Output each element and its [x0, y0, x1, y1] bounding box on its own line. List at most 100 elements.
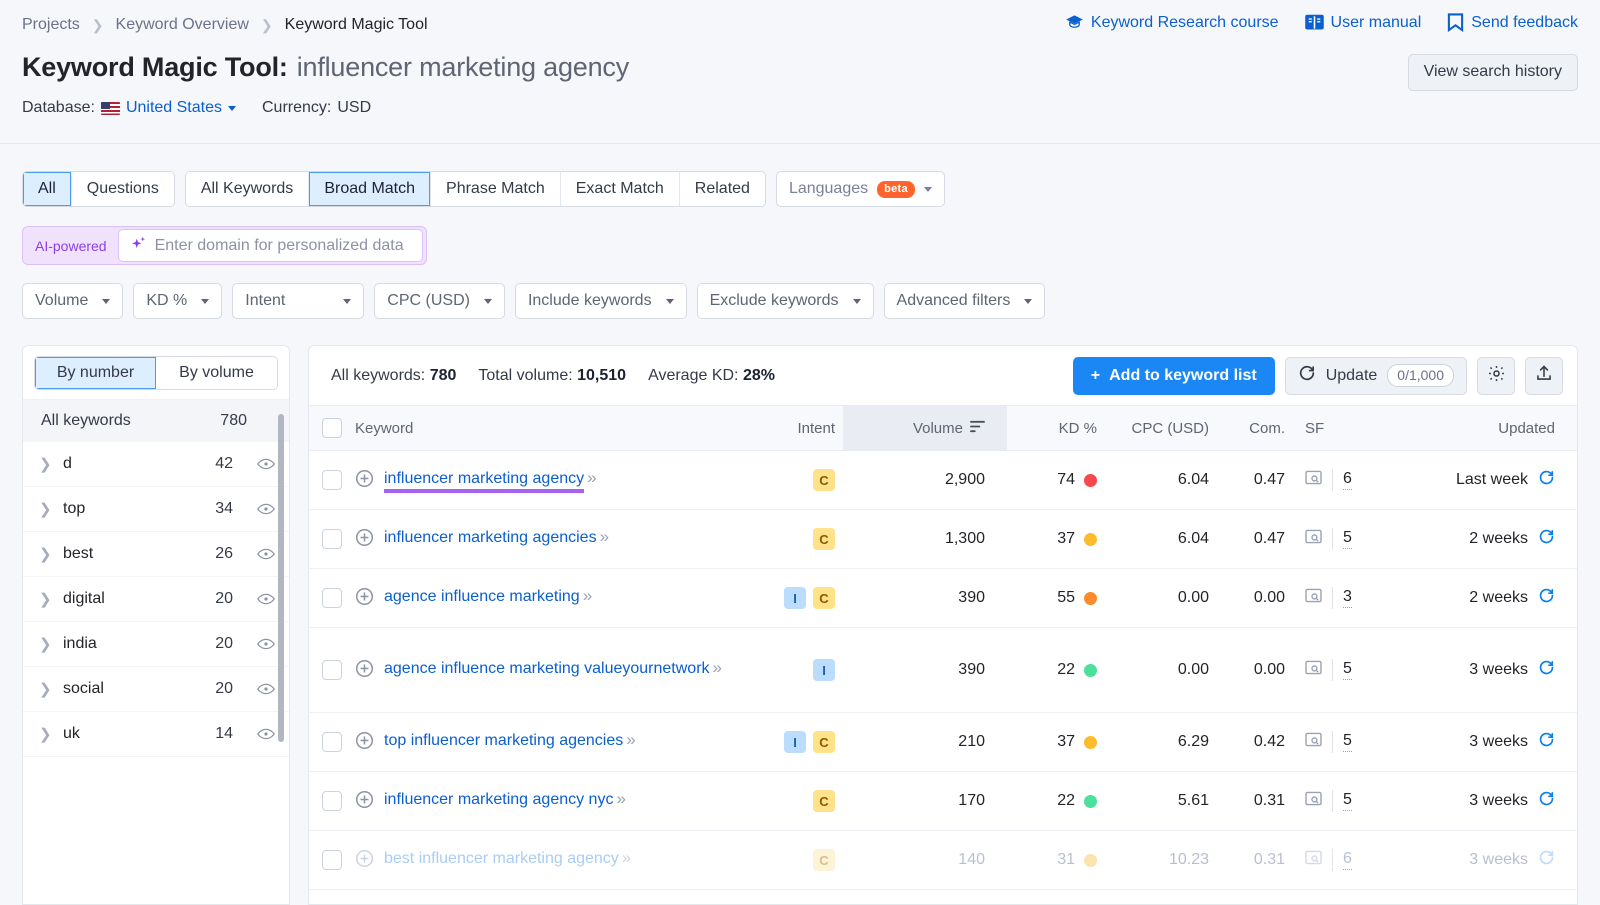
sidebar-group-d[interactable]: ❯ d 42: [23, 442, 289, 487]
serp-features-icon[interactable]: [1305, 660, 1322, 680]
export-button[interactable]: [1525, 356, 1563, 395]
eye-icon[interactable]: [257, 728, 275, 740]
column-updated[interactable]: Updated: [1383, 405, 1577, 451]
sidebar-group-digital[interactable]: ❯ digital 20: [23, 577, 289, 622]
row-checkbox[interactable]: [322, 732, 342, 752]
intent-badge-I[interactable]: I: [784, 731, 806, 753]
sidebar-item-all-keywords[interactable]: All keywords 780: [23, 400, 289, 442]
row-keyword-link[interactable]: agence influence marketing valueyournetw…: [384, 657, 723, 679]
row-keyword-link[interactable]: influencer marketing agencies»: [384, 526, 610, 548]
breadcrumb-item-projects[interactable]: Projects: [22, 16, 80, 34]
select-all-checkbox[interactable]: [322, 418, 342, 438]
filter-intent[interactable]: Intent: [232, 283, 365, 319]
languages-dropdown[interactable]: Languages beta: [775, 171, 945, 207]
row-sf-value[interactable]: 3: [1343, 588, 1352, 608]
intent-badge-C[interactable]: C: [813, 790, 835, 812]
intent-badge-C[interactable]: C: [813, 528, 835, 550]
open-keyword-icon[interactable]: »: [597, 527, 610, 546]
eye-icon[interactable]: [257, 458, 275, 470]
serp-features-icon[interactable]: [1305, 529, 1322, 549]
send-feedback-link[interactable]: Send feedback: [1447, 13, 1578, 32]
intent-badge-I[interactable]: I: [813, 659, 835, 681]
row-refresh-icon[interactable]: [1538, 849, 1555, 871]
sidebar-group-social[interactable]: ❯ social 20: [23, 667, 289, 712]
row-keyword-link[interactable]: influencer marketing agency nyc»: [384, 788, 626, 810]
tab-broad-match[interactable]: Broad Match: [309, 172, 432, 206]
chevron-right-icon[interactable]: ❯: [39, 635, 52, 653]
eye-icon[interactable]: [257, 638, 275, 650]
column-intent[interactable]: Intent: [755, 405, 843, 451]
open-keyword-icon[interactable]: »: [584, 468, 597, 487]
row-sf-value[interactable]: 6: [1343, 470, 1352, 490]
database-value[interactable]: United States: [126, 99, 222, 117]
intent-badge-C[interactable]: C: [813, 849, 835, 871]
open-keyword-icon[interactable]: »: [710, 658, 723, 677]
add-to-keyword-list-button[interactable]: + Add to keyword list: [1072, 356, 1275, 395]
table-row[interactable]: best influencer marketing agency» C 140 …: [309, 830, 1577, 890]
row-refresh-icon[interactable]: [1538, 659, 1555, 681]
eye-icon[interactable]: [257, 503, 275, 515]
row-sf-value[interactable]: 5: [1343, 732, 1352, 752]
serp-features-icon[interactable]: [1305, 732, 1322, 752]
row-keyword-link[interactable]: top influencer marketing agencies»: [384, 729, 636, 751]
serp-features-icon[interactable]: [1305, 470, 1322, 490]
sidebar-group-india[interactable]: ❯ india 20: [23, 622, 289, 667]
row-refresh-icon[interactable]: [1538, 790, 1555, 812]
row-checkbox[interactable]: [322, 791, 342, 811]
tab-exact-match[interactable]: Exact Match: [560, 172, 680, 206]
row-checkbox[interactable]: [322, 850, 342, 870]
open-keyword-icon[interactable]: »: [613, 789, 626, 808]
sidebar-scrollbar[interactable]: [278, 414, 284, 742]
segment-by-volume[interactable]: By volume: [156, 357, 277, 389]
filter-advanced[interactable]: Advanced filters: [883, 283, 1046, 319]
row-refresh-icon[interactable]: [1538, 731, 1555, 753]
add-keyword-icon[interactable]: [355, 731, 374, 755]
column-kd[interactable]: KD %: [1007, 405, 1117, 451]
eye-icon[interactable]: [257, 683, 275, 695]
row-refresh-icon[interactable]: [1538, 469, 1555, 491]
filter-include-keywords[interactable]: Include keywords: [514, 283, 687, 319]
chevron-right-icon[interactable]: ❯: [39, 455, 52, 473]
column-com[interactable]: Com.: [1221, 405, 1299, 451]
eye-icon[interactable]: [257, 593, 275, 605]
open-keyword-icon[interactable]: »: [623, 730, 636, 749]
chevron-right-icon[interactable]: ❯: [39, 545, 52, 563]
row-checkbox[interactable]: [322, 470, 342, 490]
add-keyword-icon[interactable]: [355, 587, 374, 611]
row-checkbox[interactable]: [322, 660, 342, 680]
chevron-right-icon[interactable]: ❯: [39, 725, 52, 743]
tab-all-keywords[interactable]: All Keywords: [185, 172, 310, 206]
database-selector[interactable]: Database: United States: [22, 99, 236, 117]
tab-questions[interactable]: Questions: [71, 172, 174, 206]
table-row[interactable]: influencer marketing agencies» C 1,300 3…: [309, 509, 1577, 569]
intent-badge-I[interactable]: I: [784, 587, 806, 609]
sidebar-group-top[interactable]: ❯ top 34: [23, 487, 289, 532]
column-cpc[interactable]: CPC (USD): [1117, 405, 1221, 451]
chevron-right-icon[interactable]: ❯: [39, 680, 52, 698]
row-refresh-icon[interactable]: [1538, 528, 1555, 550]
row-keyword-link[interactable]: agence influence marketing»: [384, 585, 592, 607]
sidebar-group-best[interactable]: ❯ best 26: [23, 532, 289, 577]
intent-badge-C[interactable]: C: [813, 731, 835, 753]
column-keyword[interactable]: Keyword: [355, 405, 755, 451]
chevron-down-icon[interactable]: [228, 105, 236, 111]
sidebar-group-uk[interactable]: ❯ uk 14: [23, 712, 289, 757]
row-sf-value[interactable]: 5: [1343, 660, 1352, 680]
serp-features-icon[interactable]: [1305, 791, 1322, 811]
update-button[interactable]: Update 0/1,000: [1284, 356, 1467, 395]
breadcrumb-item-keyword-overview[interactable]: Keyword Overview: [116, 16, 249, 34]
tab-phrase-match[interactable]: Phrase Match: [431, 172, 561, 206]
serp-features-icon[interactable]: [1305, 850, 1322, 870]
filter-kd[interactable]: KD %: [133, 283, 223, 319]
row-keyword-link[interactable]: best influencer marketing agency»: [384, 847, 632, 869]
open-keyword-icon[interactable]: »: [619, 848, 632, 867]
filter-volume[interactable]: Volume: [22, 283, 124, 319]
row-checkbox[interactable]: [322, 588, 342, 608]
eye-icon[interactable]: [257, 548, 275, 560]
intent-badge-C[interactable]: C: [813, 587, 835, 609]
chevron-right-icon[interactable]: ❯: [39, 590, 52, 608]
chevron-right-icon[interactable]: ❯: [39, 500, 52, 518]
serp-features-icon[interactable]: [1305, 588, 1322, 608]
row-sf-value[interactable]: 6: [1343, 850, 1352, 870]
domain-input-wrapper[interactable]: Enter domain for personalized data: [117, 229, 423, 262]
